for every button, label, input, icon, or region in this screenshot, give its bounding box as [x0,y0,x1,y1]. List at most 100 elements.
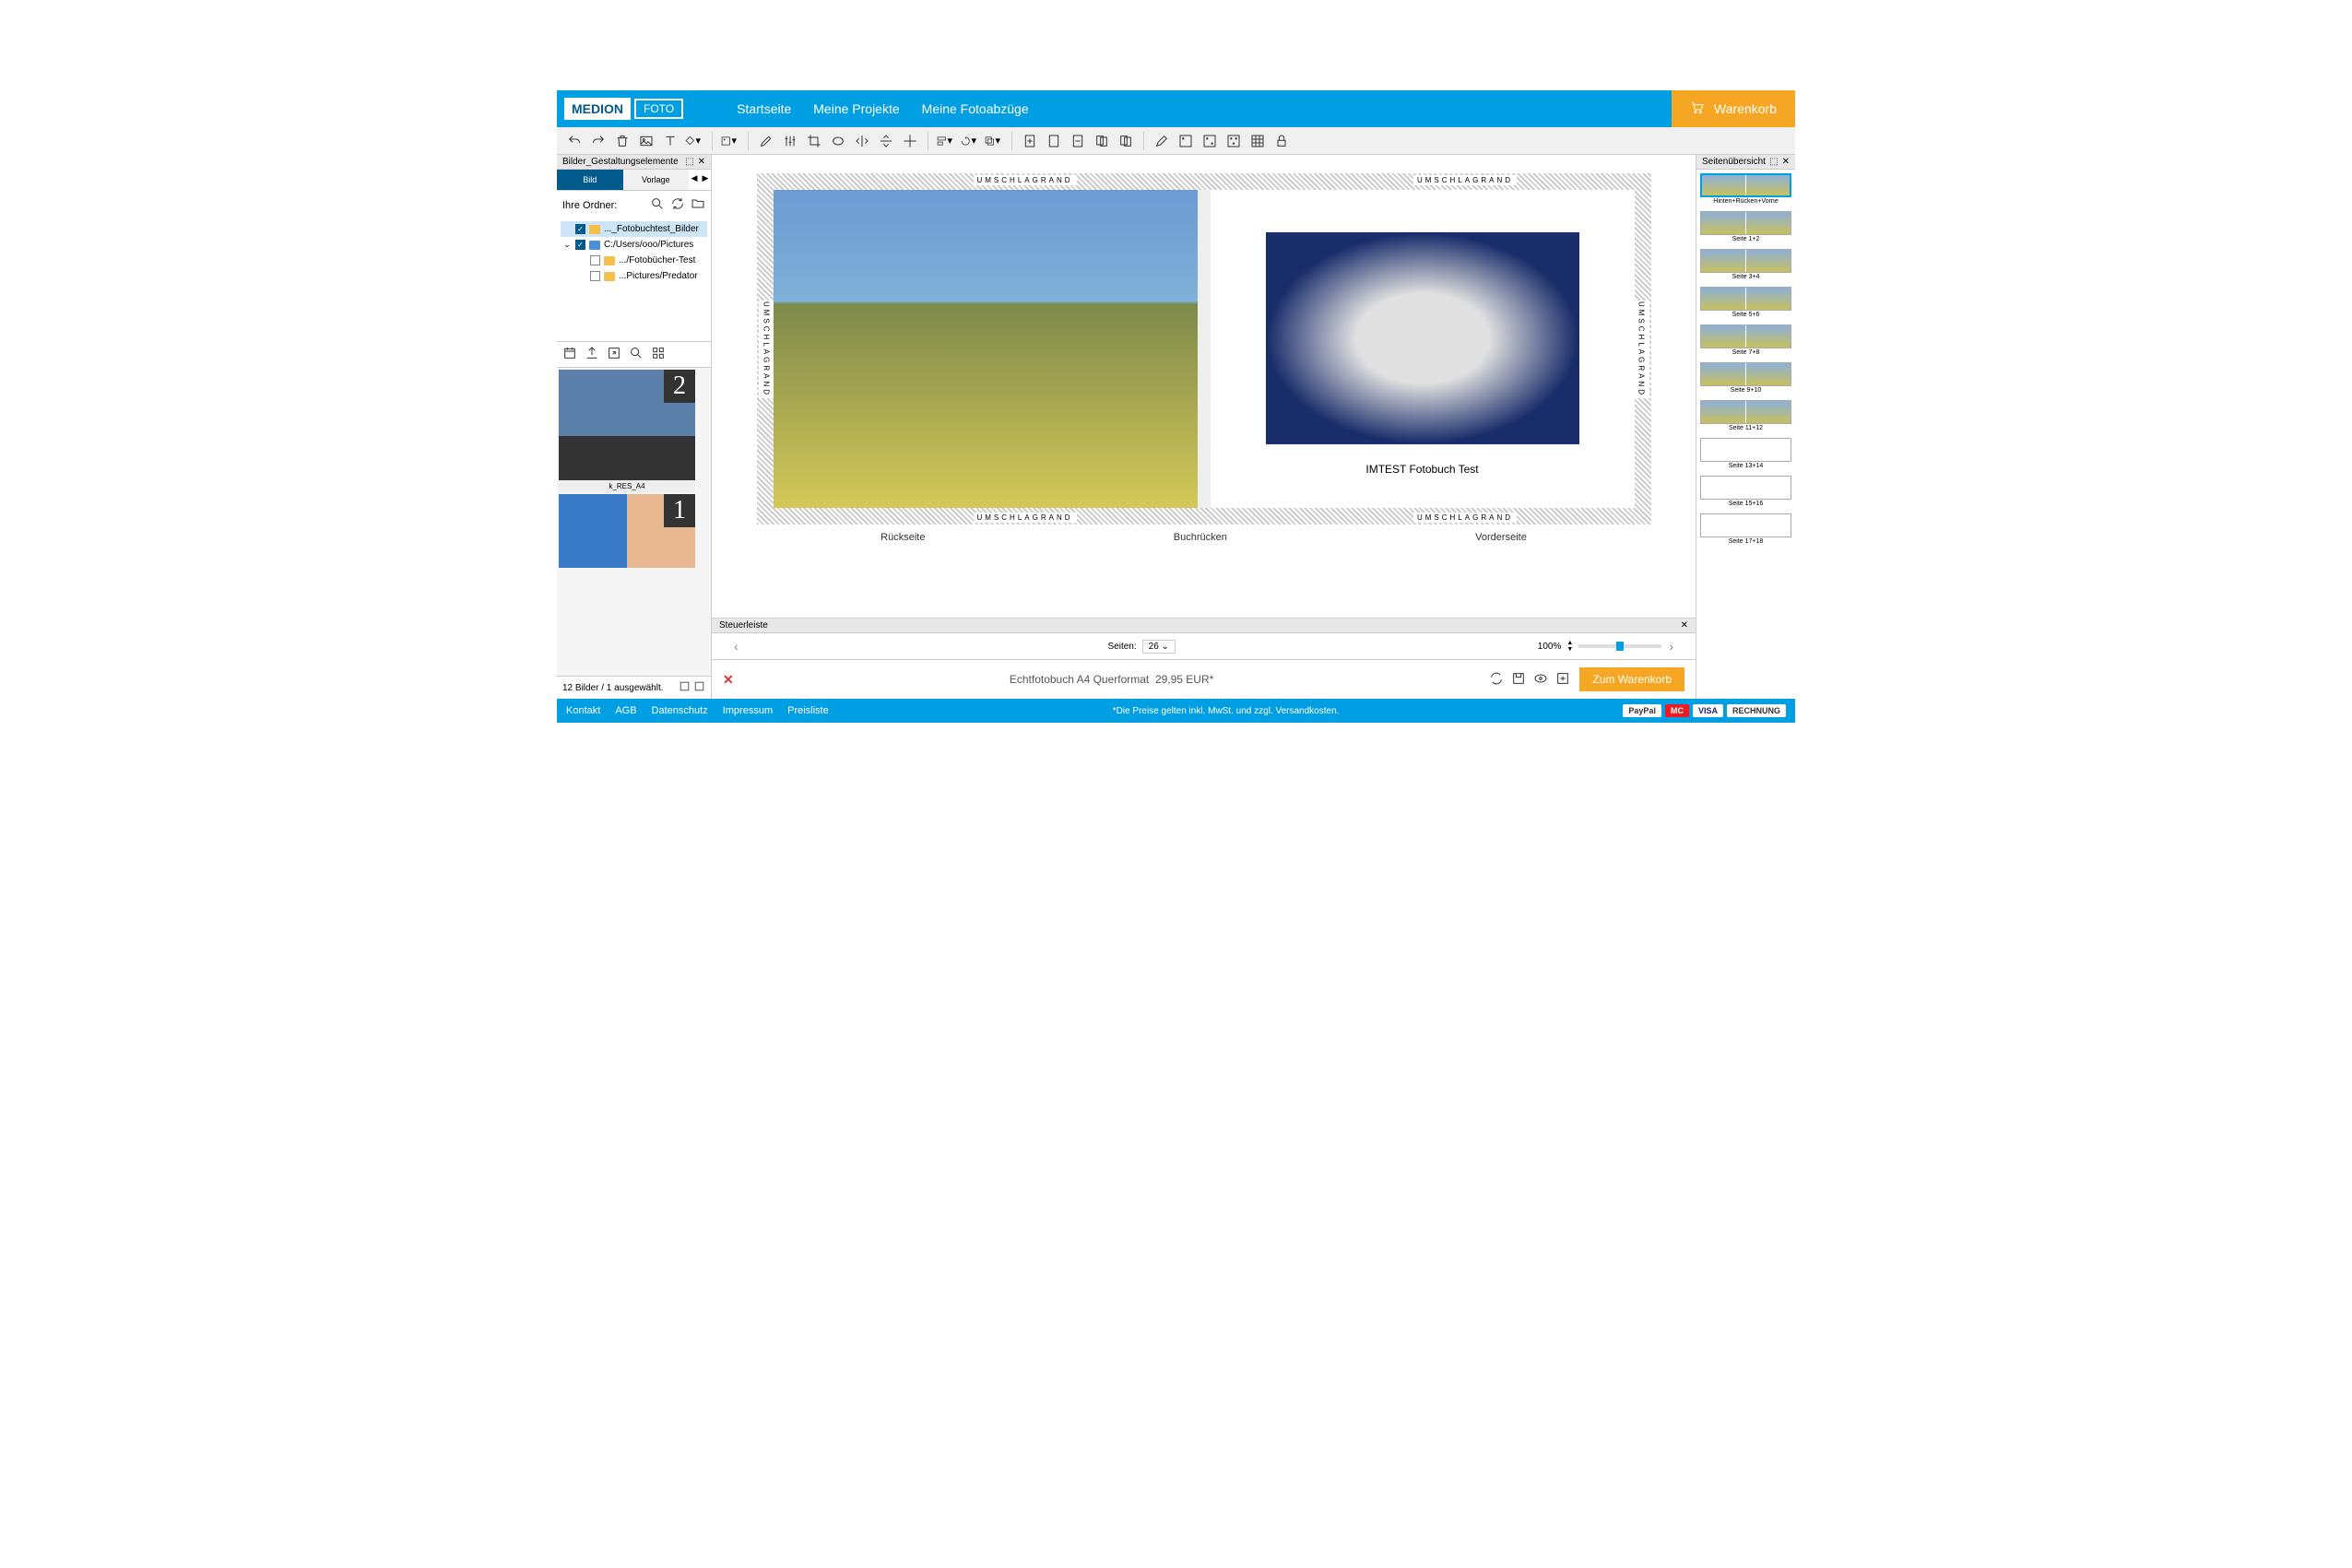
align-icon[interactable]: ▾ [936,131,956,151]
grid3-icon[interactable] [1223,131,1244,151]
logo: MEDION FOTO [557,98,691,120]
footer-preisliste[interactable]: Preisliste [787,705,829,716]
remove-page-icon[interactable] [1068,131,1088,151]
page-thumb[interactable]: Seite 3+4 [1700,249,1791,281]
nav-home[interactable]: Startseite [737,101,791,116]
refresh-icon[interactable] [670,196,685,214]
pages-label: Seiten: [1108,642,1137,652]
thumb-toolbar [557,341,711,368]
pages-select[interactable]: 26 ⌄ [1142,640,1176,654]
frame-icon[interactable]: ▾ [720,131,740,151]
chevron-down-icon[interactable]: ⌄ [562,240,572,250]
adjust-icon[interactable] [780,131,800,151]
page-thumb[interactable]: Seite 17+18 [1700,513,1791,546]
save-icon[interactable] [1511,671,1526,689]
thumb-item[interactable]: 2 k_RES_A4 [559,370,695,492]
page-thumb[interactable]: Seite 7+8 [1700,324,1791,357]
cart-button[interactable]: Warenkorb [1672,90,1795,127]
flip-h-icon[interactable] [852,131,872,151]
pin-icon[interactable]: ⬚ [1769,157,1778,167]
tab-image[interactable]: Bild [557,170,623,190]
fill-icon[interactable]: ▾ [684,131,704,151]
page-overview-list[interactable]: Hinten+Rücken+Vorne Seite 1+2 Seite 3+4 Sei… [1696,170,1795,699]
calendar-icon[interactable] [562,346,577,363]
add-to-cart-button[interactable]: Zum Warenkorb [1579,667,1684,691]
thumb-action1-icon[interactable] [679,685,691,695]
preview-icon[interactable] [1533,671,1548,689]
back-cover[interactable] [774,190,1198,508]
edit-icon[interactable] [756,131,776,151]
thumb-action2-icon[interactable] [693,685,705,695]
copy-page-icon[interactable] [1092,131,1112,151]
lock-icon[interactable] [1271,131,1292,151]
nav-projects[interactable]: Meine Projekte [813,101,899,116]
grid1-icon[interactable] [1176,131,1196,151]
text-icon[interactable] [660,131,680,151]
grid-all-icon[interactable] [1247,131,1268,151]
redo-icon[interactable] [588,131,609,151]
tab-prev-icon[interactable]: ◀ [689,170,700,190]
page-thumb[interactable]: Seite 15+16 [1700,476,1791,508]
page-icon[interactable] [1044,131,1064,151]
thumbs-footer: 12 Bilder / 1 ausgewählt. [557,676,711,699]
center-icon[interactable] [900,131,920,151]
page-thumb[interactable]: Seite 1+2 [1700,211,1791,243]
page-thumb[interactable]: Hinten+Rücken+Vorne [1700,173,1791,206]
footer-agb[interactable]: AGB [615,705,636,716]
footer-kontakt[interactable]: Kontakt [566,705,600,716]
folder-item[interactable]: ⌄✓ C:/Users/ooo/Pictures [561,237,707,253]
folder-item[interactable]: ✓ ..._Fotobuchtest_Bilder [561,221,707,237]
crop-icon[interactable] [804,131,824,151]
open-folder-icon[interactable] [691,196,705,214]
zoom-slider[interactable] [1578,644,1661,648]
folders-label: Ihre Ordner: [562,200,617,211]
zoom-stepper[interactable]: ▲▼ [1566,640,1573,653]
sync-icon[interactable] [1489,671,1504,689]
flip-v-icon[interactable] [876,131,896,151]
page-thumb[interactable]: Seite 9+10 [1700,362,1791,395]
paste-page-icon[interactable] [1116,131,1136,151]
image-icon[interactable] [636,131,656,151]
folder-item[interactable]: .../Fotobücher-Test [561,253,707,268]
brand-sub: FOTO [634,99,683,119]
cover-title[interactable]: IMTEST Fotobuch Test [1365,463,1478,476]
add-page-icon[interactable] [1020,131,1040,151]
add-icon[interactable] [1555,671,1570,689]
upload-icon[interactable] [585,346,599,363]
page-thumb[interactable]: Seite 13+14 [1700,438,1791,470]
book-spine[interactable] [1198,190,1211,508]
grid2-icon[interactable] [1200,131,1220,151]
folder-tree: ✓ ..._Fotobuchtest_Bilder ⌄✓ C:/Users/oo… [557,219,711,286]
pin-icon[interactable]: ⬚ [685,157,693,167]
footer-datenschutz[interactable]: Datenschutz [652,705,708,716]
page-thumb[interactable]: Seite 5+6 [1700,287,1791,319]
footer-impressum[interactable]: Impressum [723,705,773,716]
nav-prints[interactable]: Meine Fotoabzüge [922,101,1029,116]
canvas-scroll[interactable]: UMSCHLAGRAND UMSCHLAGRAND UMSCHLAGRAND U… [712,155,1696,618]
page-thumb[interactable]: Seite 11+12 [1700,400,1791,432]
front-cover-image[interactable] [1266,232,1579,444]
zoom-thumb-icon[interactable] [629,346,644,363]
close-panel-icon[interactable]: ✕ [1782,157,1790,167]
payment-badges: PayPal MC VISA RECHNUNG [1623,704,1786,717]
folder-item[interactable]: ...Pictures/Predator [561,268,707,284]
grid-view-icon[interactable] [651,346,666,363]
search-icon[interactable] [650,196,665,214]
thumb-item[interactable]: 1 [559,494,695,568]
close-panel-icon[interactable]: ✕ [698,157,705,167]
page-labels: Rückseite Buchrücken Vorderseite [757,532,1651,543]
trash-icon[interactable] [612,131,632,151]
brush-icon[interactable] [1152,131,1172,151]
tab-next-icon[interactable]: ▶ [700,170,711,190]
next-page-icon[interactable]: › [1661,639,1681,654]
prev-page-icon[interactable]: ‹ [727,639,746,654]
rotate-icon[interactable]: ▾ [960,131,980,151]
close-price-icon[interactable]: ✕ [723,672,734,688]
tab-template[interactable]: Vorlage [623,170,690,190]
undo-icon[interactable] [564,131,585,151]
front-cover[interactable]: IMTEST Fotobuch Test [1211,190,1635,508]
export-icon[interactable] [607,346,621,363]
shape-icon[interactable] [828,131,848,151]
layers-icon[interactable]: ▾ [984,131,1004,151]
close-steuerleiste-icon[interactable]: ✕ [1681,620,1688,631]
